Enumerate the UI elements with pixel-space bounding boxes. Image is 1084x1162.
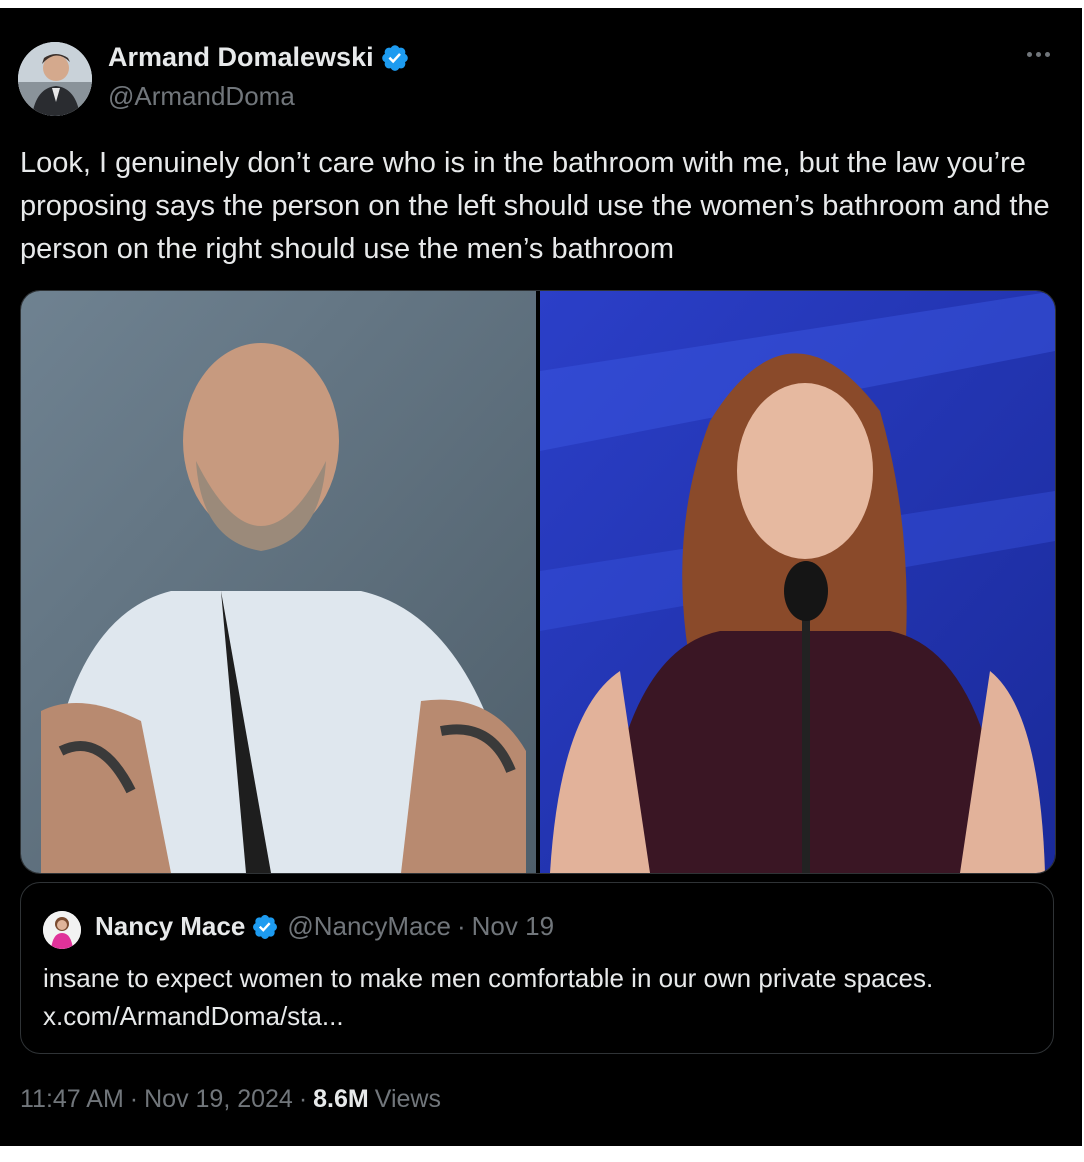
quote-link[interactable]: x.com/ArmandDoma/sta... [43, 997, 1033, 1035]
verified-badge-icon [253, 914, 278, 939]
quote-date[interactable]: Nov 19 [472, 911, 554, 942]
quote-author-avatar[interactable] [43, 911, 81, 949]
tweet-footer: 11:47 AM · Nov 19, 2024 · 8.6M Views [20, 1085, 441, 1114]
media-photo-right[interactable] [540, 291, 1055, 873]
quote-separator: · [456, 911, 466, 941]
more-options-icon[interactable] [1020, 44, 1056, 64]
tweet-card: Armand Domalewski @ArmandDoma Look, I ge… [0, 8, 1082, 1146]
footer-separator: · [298, 1085, 308, 1113]
quoted-tweet[interactable]: Nancy Mace @NancyMace · Nov 19 insane to… [20, 882, 1054, 1054]
verified-badge-icon [381, 44, 408, 71]
tweet-time[interactable]: 11:47 AM [20, 1085, 124, 1114]
views-label: Views [374, 1085, 441, 1113]
media-photo-left[interactable] [21, 291, 536, 873]
footer-separator: · [129, 1085, 139, 1113]
quote-text-line: insane to expect women to make men comfo… [43, 963, 934, 993]
quote-text: insane to expect women to make men comfo… [43, 959, 1033, 1035]
tweet-text: Look, I genuinely don’t care who is in t… [20, 147, 1050, 265]
author-name[interactable]: Armand Domalewski [108, 42, 374, 73]
author-avatar[interactable] [18, 42, 92, 116]
views-count: 8.6M [313, 1085, 369, 1113]
author-handle[interactable]: @ArmandDoma [108, 81, 295, 112]
tweet-date[interactable]: Nov 19, 2024 [144, 1085, 293, 1114]
tweet-media[interactable] [20, 290, 1056, 874]
quote-author-name[interactable]: Nancy Mace [95, 911, 245, 942]
quote-author-handle[interactable]: @NancyMace [287, 911, 451, 942]
